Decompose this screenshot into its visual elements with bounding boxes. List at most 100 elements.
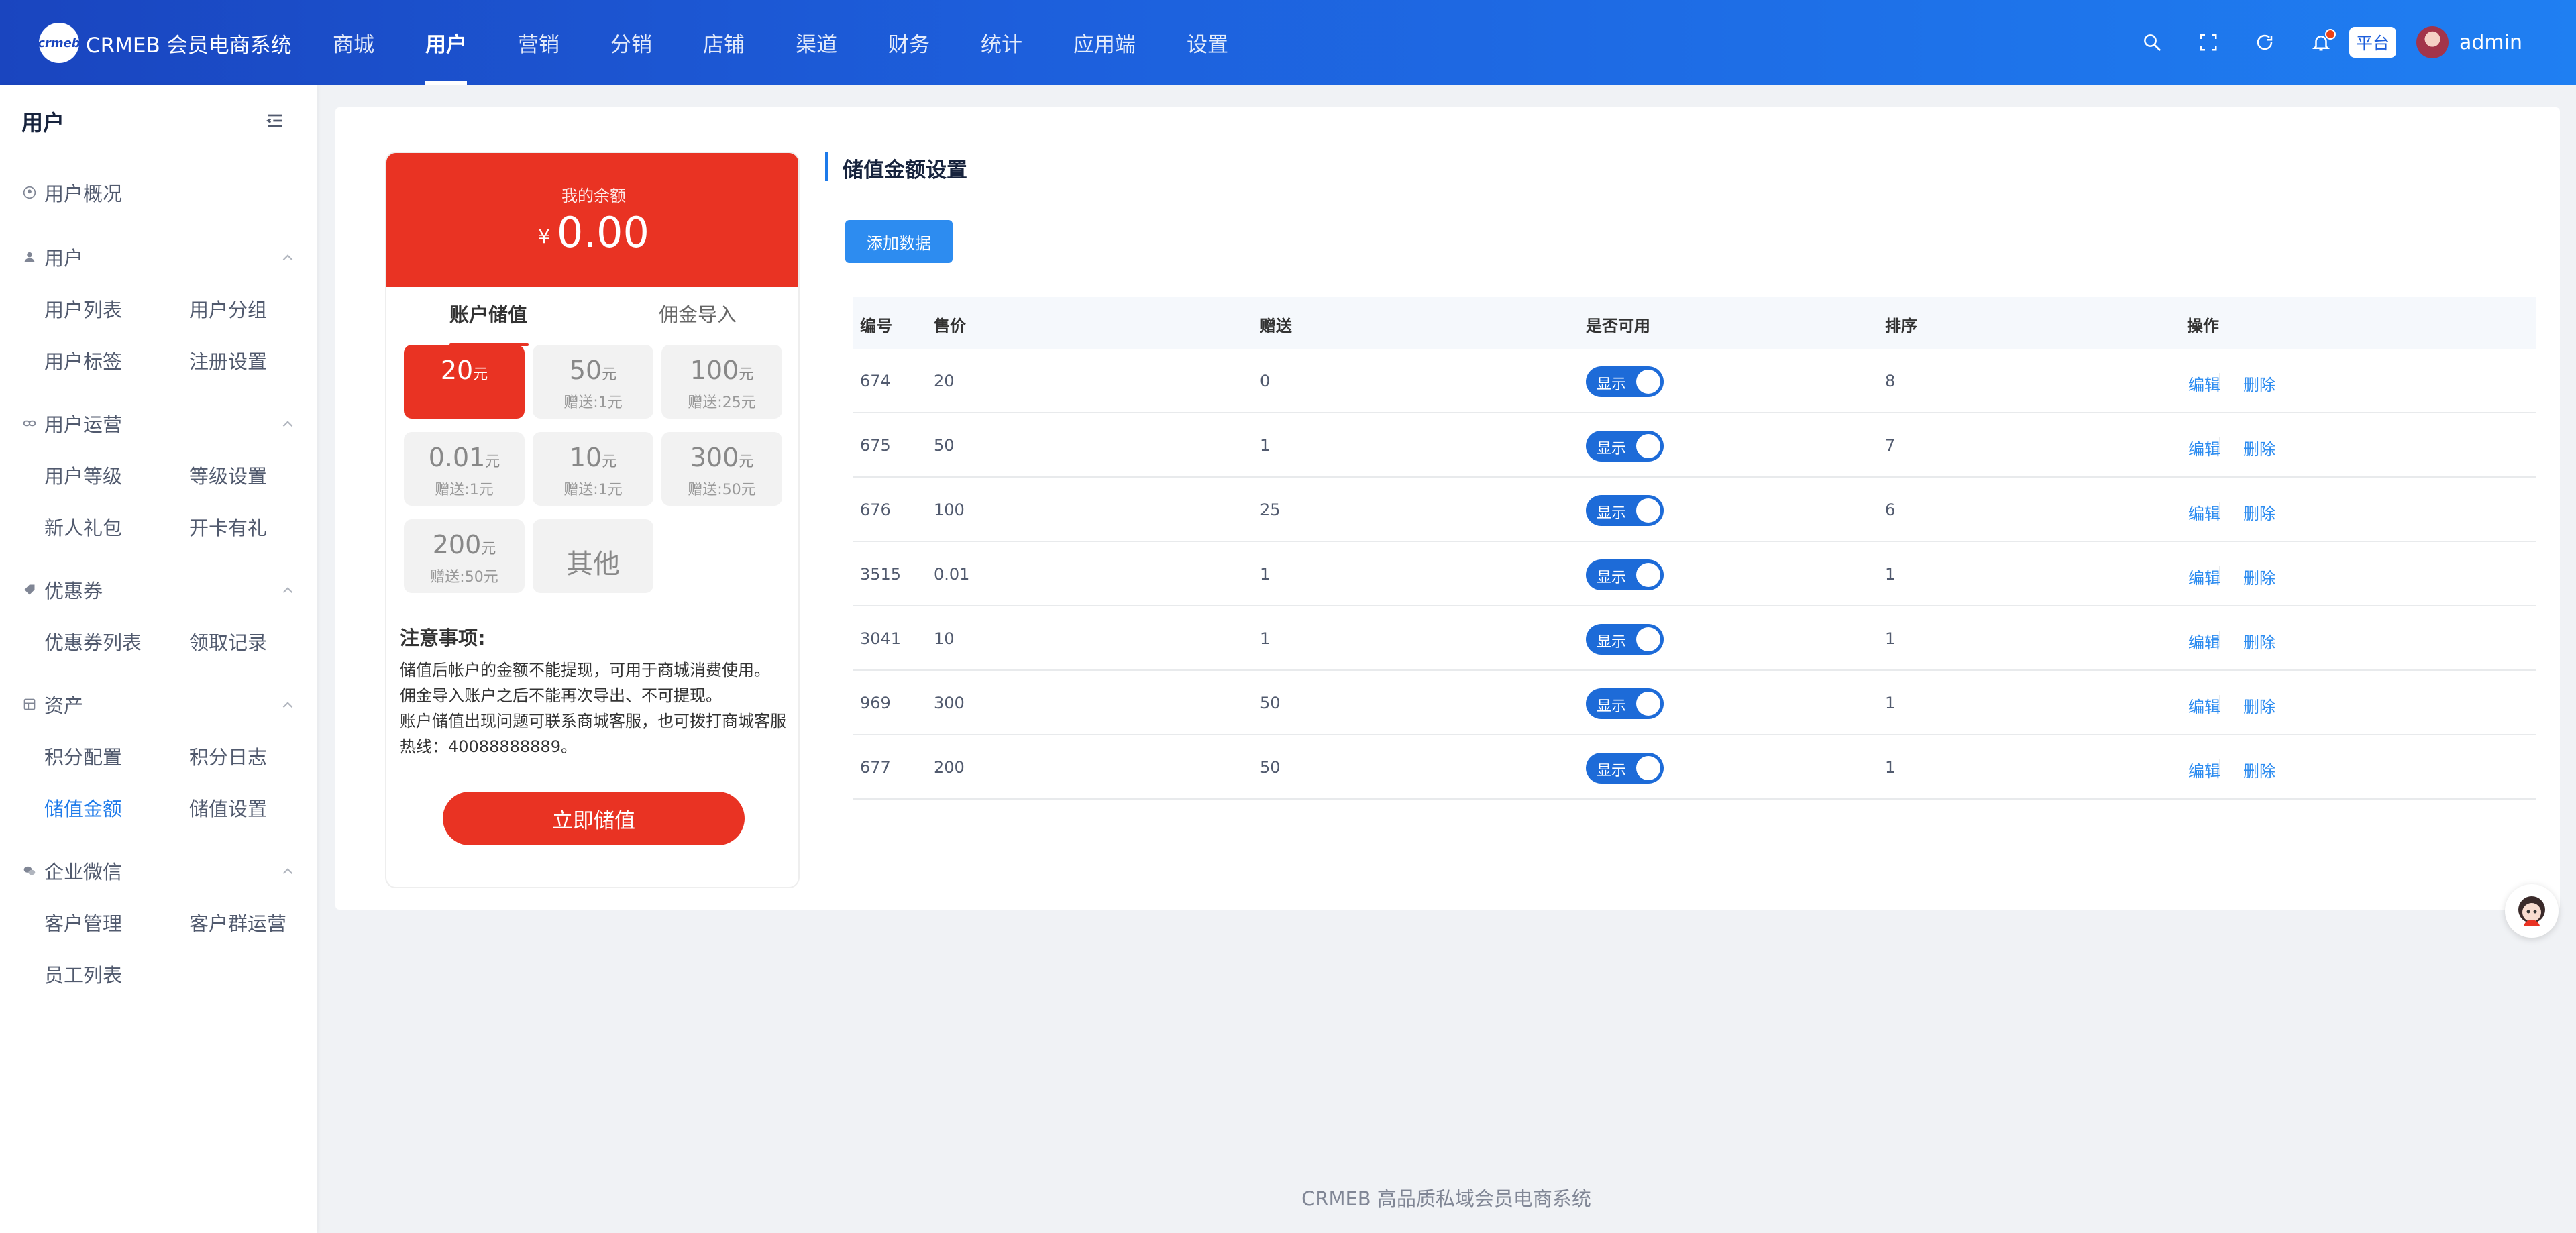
section-title-bar bbox=[825, 152, 828, 181]
balance-value: ¥0.00 bbox=[386, 208, 798, 257]
tab-account-recharge[interactable]: 账户储值 bbox=[449, 299, 527, 327]
edit-link[interactable]: 编辑 bbox=[2188, 372, 2220, 395]
toggle-label: 显示 bbox=[1597, 634, 1627, 651]
menu-collapse-icon[interactable] bbox=[264, 110, 286, 131]
refresh-icon[interactable] bbox=[2250, 28, 2279, 57]
topnav-item-store[interactable]: 店铺 bbox=[684, 0, 763, 85]
sidebar-item-coupon-list[interactable]: 优惠券列表 bbox=[44, 625, 142, 658]
sidebar-item-customer-group-ops[interactable]: 客户群运营 bbox=[189, 906, 286, 939]
recharge-now-button[interactable]: 立即储值 bbox=[443, 792, 745, 845]
platform-badge[interactable]: 平台 bbox=[2349, 27, 2396, 58]
delete-link[interactable]: 删除 bbox=[2243, 436, 2275, 460]
sidebar: 用户 用户概况 用户 用户列表 用户分组 用户标签 注册设置 用户运营 用户等级… bbox=[0, 85, 317, 1233]
logo[interactable]: crmeb CRMEB 会员电商系统 bbox=[38, 23, 292, 63]
sidebar-group-coupon[interactable]: 优惠券 bbox=[21, 573, 297, 606]
edit-link[interactable]: 编辑 bbox=[2188, 629, 2220, 653]
enabled-toggle[interactable]: 显示 bbox=[1586, 366, 1664, 397]
amount-unit: 元 bbox=[485, 453, 500, 470]
column-header-actions: 操作 bbox=[2187, 317, 2219, 335]
amount-option[interactable]: 20元 bbox=[404, 345, 525, 419]
amount-option[interactable]: 300元 赠送:50元 bbox=[661, 432, 782, 506]
fullscreen-icon[interactable] bbox=[2194, 28, 2223, 57]
enabled-toggle[interactable]: 显示 bbox=[1586, 431, 1664, 462]
sidebar-group-label: 企业微信 bbox=[44, 861, 123, 883]
amount-option[interactable]: 100元 赠送:25元 bbox=[661, 345, 782, 419]
section-title: 储值金额设置 bbox=[843, 158, 967, 182]
amount-option-other[interactable]: 其他 bbox=[533, 519, 653, 593]
amount-option[interactable]: 50元 赠送:1元 bbox=[533, 345, 653, 419]
search-icon[interactable] bbox=[2137, 28, 2167, 57]
edit-link[interactable]: 编辑 bbox=[2188, 565, 2220, 588]
sidebar-item-level-settings[interactable]: 等级设置 bbox=[189, 458, 267, 492]
topnav-item-statistics[interactable]: 统计 bbox=[962, 0, 1041, 85]
customer-service-avatar[interactable] bbox=[2505, 884, 2559, 938]
topnav-item-mall[interactable]: 商城 bbox=[314, 0, 393, 85]
delete-link[interactable]: 删除 bbox=[2243, 565, 2275, 588]
edit-link[interactable]: 编辑 bbox=[2188, 436, 2220, 460]
sidebar-group-wecom[interactable]: 企业微信 bbox=[21, 854, 297, 888]
sidebar-item-employee-list[interactable]: 员工列表 bbox=[44, 957, 122, 991]
sidebar-item-points-log[interactable]: 积分日志 bbox=[189, 739, 267, 773]
sidebar-group-assets[interactable]: 资产 bbox=[21, 688, 297, 721]
bell-icon[interactable] bbox=[2306, 28, 2336, 57]
amount-unit: 元 bbox=[473, 366, 488, 383]
sidebar-item-card-gift[interactable]: 开卡有礼 bbox=[189, 510, 267, 543]
amount-unit: 元 bbox=[739, 453, 754, 470]
enabled-toggle[interactable]: 显示 bbox=[1586, 495, 1664, 526]
amount-value: 300 bbox=[690, 443, 739, 472]
cell-id: 676 bbox=[860, 500, 891, 519]
sidebar-group-user[interactable]: 用户 bbox=[21, 240, 297, 274]
topnav-item-finance[interactable]: 财务 bbox=[869, 0, 949, 85]
enabled-toggle[interactable]: 显示 bbox=[1586, 559, 1664, 590]
sidebar-item-stored-value-settings[interactable]: 储值设置 bbox=[189, 791, 267, 824]
tab-commission-import[interactable]: 佣金导入 bbox=[659, 299, 737, 327]
amount-unit: 元 bbox=[602, 453, 617, 470]
chevron-up-icon bbox=[279, 696, 297, 713]
delete-link[interactable]: 删除 bbox=[2243, 629, 2275, 653]
sidebar-item-user-list[interactable]: 用户列表 bbox=[44, 292, 122, 325]
sidebar-item-stored-value-amount[interactable]: 储值金额 bbox=[44, 791, 122, 824]
sidebar-item-register-settings[interactable]: 注册设置 bbox=[189, 343, 267, 377]
sidebar-group-user-operation[interactable]: 用户运营 bbox=[21, 407, 297, 440]
amount-option[interactable]: 10元 赠送:1元 bbox=[533, 432, 653, 506]
enabled-toggle[interactable]: 显示 bbox=[1586, 624, 1664, 655]
topnav-item-channel[interactable]: 渠道 bbox=[777, 0, 856, 85]
enabled-toggle[interactable]: 显示 bbox=[1586, 753, 1664, 784]
sidebar-item-customer-management[interactable]: 客户管理 bbox=[44, 906, 122, 939]
avatar[interactable] bbox=[2416, 26, 2449, 58]
sidebar-group-label: 优惠券 bbox=[44, 580, 103, 602]
delete-link[interactable]: 删除 bbox=[2243, 372, 2275, 395]
cell-id: 3515 bbox=[860, 565, 902, 584]
toggle-knob bbox=[1636, 692, 1660, 716]
action-divider bbox=[2219, 566, 2220, 582]
topnav-item-settings[interactable]: 设置 bbox=[1168, 0, 1247, 85]
sidebar-item-newcomer-gift[interactable]: 新人礼包 bbox=[44, 510, 122, 543]
delete-link[interactable]: 删除 bbox=[2243, 500, 2275, 524]
edit-link[interactable]: 编辑 bbox=[2188, 758, 2220, 782]
sidebar-item-points-config[interactable]: 积分配置 bbox=[44, 739, 122, 773]
amount-value: 20 bbox=[440, 356, 474, 385]
topnav-item-distribution[interactable]: 分销 bbox=[592, 0, 671, 85]
sidebar-item-user-level[interactable]: 用户等级 bbox=[44, 458, 122, 492]
edit-link[interactable]: 编辑 bbox=[2188, 500, 2220, 524]
delete-link[interactable]: 删除 bbox=[2243, 694, 2275, 717]
topnav-item-marketing[interactable]: 营销 bbox=[499, 0, 578, 85]
add-data-button[interactable]: 添加数据 bbox=[845, 220, 953, 263]
sidebar-item-user-group[interactable]: 用户分组 bbox=[189, 292, 267, 325]
cell-bonus: 1 bbox=[1260, 565, 1271, 584]
topnav-item-user[interactable]: 用户 bbox=[407, 0, 486, 85]
sidebar-item-claim-records[interactable]: 领取记录 bbox=[189, 625, 267, 658]
admin-username[interactable]: admin bbox=[2459, 31, 2522, 54]
column-header-sort: 排序 bbox=[1885, 317, 1917, 335]
enabled-toggle[interactable]: 显示 bbox=[1586, 688, 1664, 719]
amount-option[interactable]: 0.01元 赠送:1元 bbox=[404, 432, 525, 506]
sidebar-item-user-overview[interactable]: 用户概况 bbox=[21, 176, 297, 209]
toggle-label: 显示 bbox=[1597, 763, 1627, 780]
cell-sort: 1 bbox=[1885, 694, 1896, 712]
topnav-item-apps[interactable]: 应用端 bbox=[1055, 0, 1155, 85]
amount-option[interactable]: 200元 赠送:50元 bbox=[404, 519, 525, 593]
notice-line: 佣金导入账户之后不能再次导出、不可提现。 bbox=[400, 686, 722, 705]
sidebar-item-user-tags[interactable]: 用户标签 bbox=[44, 343, 122, 377]
edit-link[interactable]: 编辑 bbox=[2188, 694, 2220, 717]
delete-link[interactable]: 删除 bbox=[2243, 758, 2275, 782]
